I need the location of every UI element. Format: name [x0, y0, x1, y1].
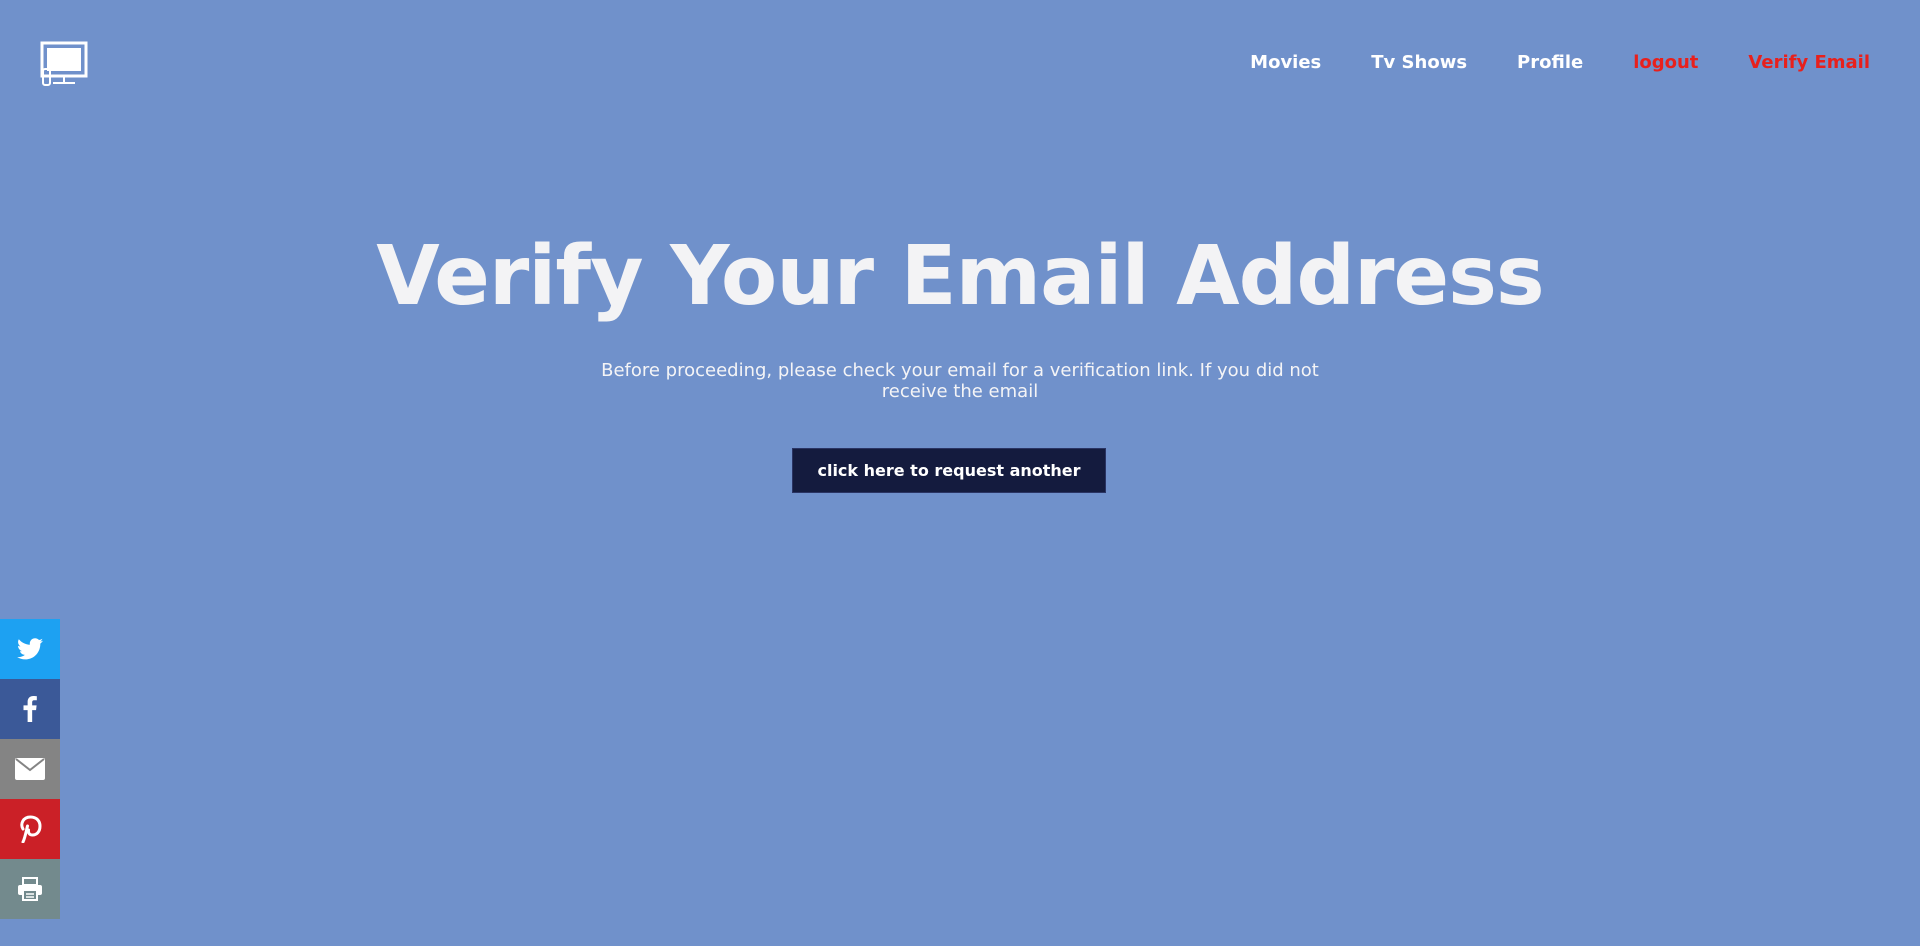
- share-twitter-button[interactable]: [0, 619, 60, 679]
- share-bar: [0, 619, 60, 919]
- nav-profile[interactable]: Profile: [1517, 52, 1583, 73]
- facebook-icon: [23, 696, 37, 722]
- pinterest-icon: [20, 815, 42, 843]
- share-email-button[interactable]: [0, 739, 60, 799]
- main-nav: Movies Tv Shows Profile logout Verify Em…: [1250, 52, 1870, 73]
- nav-logout[interactable]: logout: [1633, 52, 1698, 73]
- nav-movies[interactable]: Movies: [1250, 52, 1321, 73]
- print-button[interactable]: [0, 859, 60, 919]
- verify-section: Verify Your Email Address Before proceed…: [0, 222, 1920, 493]
- site-logo[interactable]: [40, 41, 88, 87]
- verify-message: Before proceeding, please check your ema…: [601, 360, 1319, 402]
- share-facebook-button[interactable]: [0, 679, 60, 739]
- share-pinterest-button[interactable]: [0, 799, 60, 859]
- page-title: Verify Your Email Address: [376, 229, 1544, 324]
- twitter-icon: [17, 638, 43, 660]
- print-icon: [18, 877, 42, 901]
- request-another-button[interactable]: click here to request another: [792, 448, 1106, 493]
- email-icon: [15, 758, 45, 780]
- tv-monitor-icon: [40, 41, 88, 86]
- nav-verify-email[interactable]: Verify Email: [1748, 52, 1870, 73]
- nav-tv-shows[interactable]: Tv Shows: [1371, 52, 1467, 73]
